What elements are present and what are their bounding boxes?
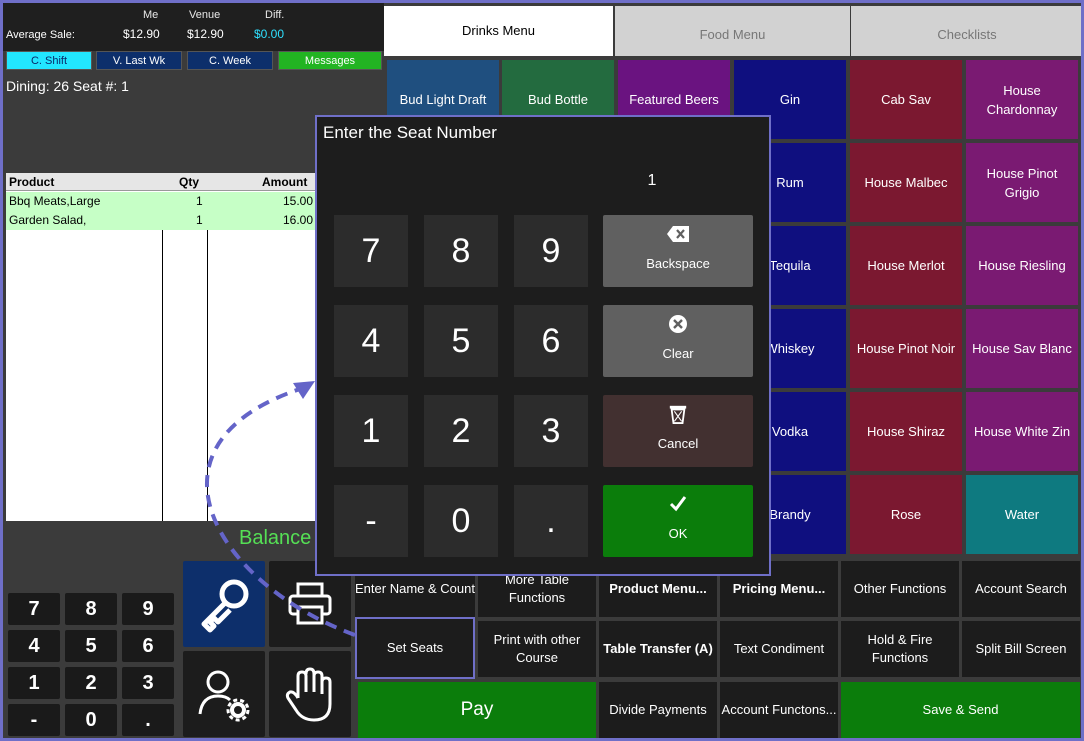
clear-label: Clear <box>662 346 694 361</box>
backspace-label: Backspace <box>646 256 710 271</box>
checkmark-icon <box>669 496 687 512</box>
dialog-key-8[interactable]: 8 <box>424 215 498 287</box>
backspace-button[interactable]: Backspace <box>603 215 753 287</box>
seat-number-dialog: Enter the Seat Number 1 7 8 9 4 5 6 1 2 … <box>315 115 771 576</box>
clear-circle-icon <box>669 315 687 333</box>
dialog-key-1[interactable]: 1 <box>334 395 408 467</box>
trash-icon <box>669 405 687 424</box>
dialog-key-3[interactable]: 3 <box>514 395 588 467</box>
ok-button[interactable]: OK <box>603 485 753 557</box>
pos-window: Me Venue Diff. Average Sale: $12.90 $12.… <box>0 0 1084 741</box>
dialog-key-0[interactable]: 0 <box>424 485 498 557</box>
dialog-key-dot[interactable]: . <box>514 485 588 557</box>
dialog-key-7[interactable]: 7 <box>334 215 408 287</box>
dialog-key-9[interactable]: 9 <box>514 215 588 287</box>
dialog-key-5[interactable]: 5 <box>424 305 498 377</box>
dialog-key-minus[interactable]: - <box>334 485 408 557</box>
ok-label: OK <box>668 526 688 541</box>
dialog-key-6[interactable]: 6 <box>514 305 588 377</box>
dialog-key-2[interactable]: 2 <box>424 395 498 467</box>
dialog-title: Enter the Seat Number <box>323 123 497 142</box>
dialog-key-4[interactable]: 4 <box>334 305 408 377</box>
seat-number-display: 1 <box>647 172 657 189</box>
clear-button[interactable]: Clear <box>603 305 753 377</box>
cancel-button[interactable]: Cancel <box>603 395 753 467</box>
backspace-icon <box>667 226 689 242</box>
cancel-label: Cancel <box>657 436 699 451</box>
